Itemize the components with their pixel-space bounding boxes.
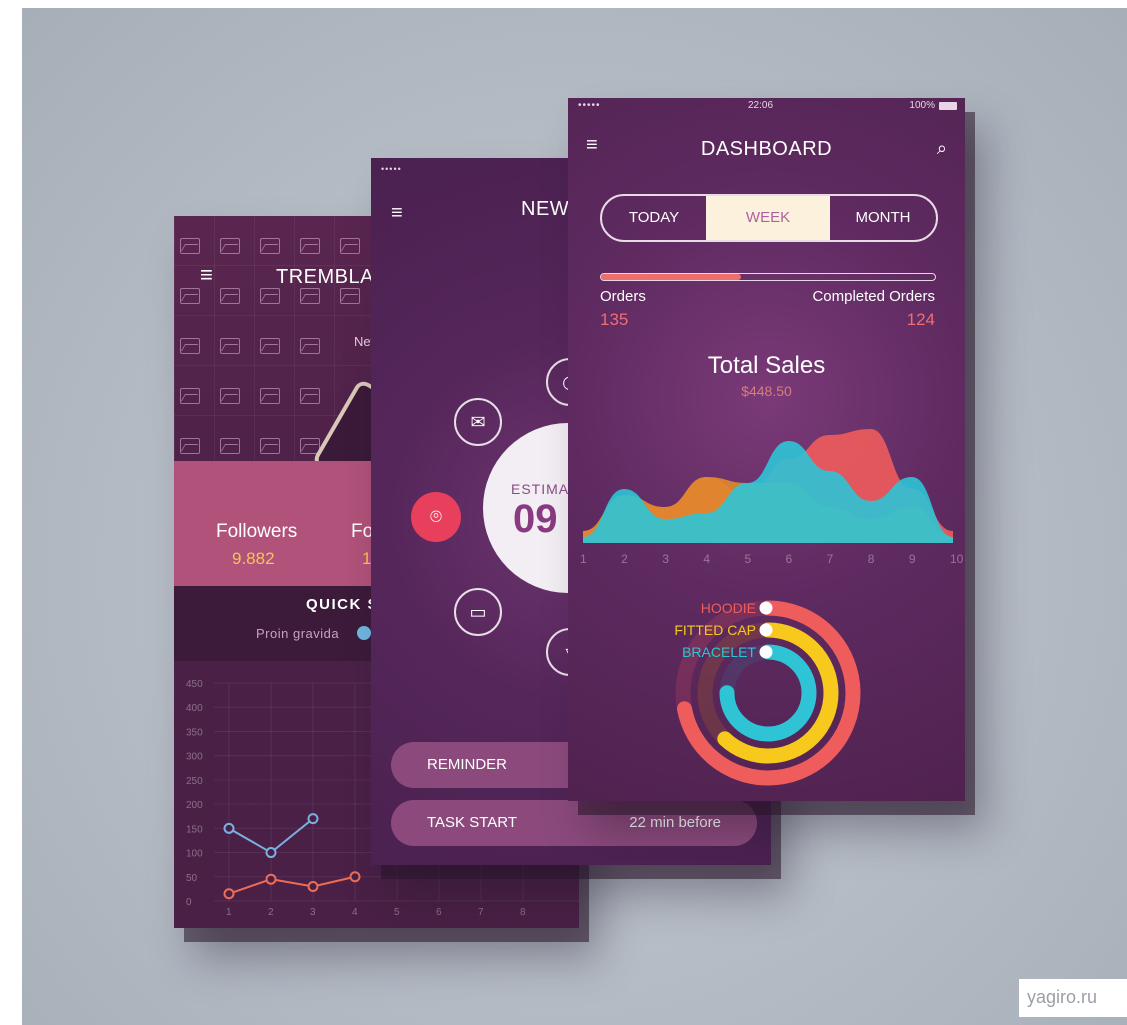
picture-icon	[260, 338, 280, 354]
followers-label: Followers	[216, 521, 298, 542]
x-tick-label: 3	[662, 552, 669, 566]
picture-icon	[340, 238, 360, 254]
x-tick-label: 7	[827, 552, 834, 566]
y-tick-label: 200	[186, 800, 203, 811]
data-point	[265, 847, 277, 859]
x-tick-label: 8	[520, 907, 526, 918]
picture-icon	[180, 338, 200, 354]
y-tick-label: 300	[186, 752, 203, 763]
picture-icon	[220, 388, 240, 404]
y-tick-label: 450	[186, 679, 203, 690]
page-title: TREMBLAY	[276, 266, 387, 288]
ring-label: FITTED CAP	[674, 622, 756, 638]
y-tick-label: 100	[186, 849, 203, 860]
x-tick-label: 1	[226, 907, 232, 918]
area-series	[583, 441, 953, 543]
ring-label: HOODIE	[701, 600, 756, 616]
mockup-stage: ≡ TREMBLAY New Y Followers 9.882 Fo 1 QU…	[22, 8, 1127, 1025]
reminder-label: REMINDER	[427, 756, 508, 773]
picture-icon	[180, 438, 200, 454]
x-tick-label: 2	[621, 552, 628, 566]
picture-icon	[260, 238, 280, 254]
data-point	[307, 813, 319, 825]
y-tick-label: 400	[186, 703, 203, 714]
legend-dot	[357, 626, 371, 640]
ring-knob	[759, 623, 773, 637]
y-tick-label: 150	[186, 824, 203, 835]
x-tick-label: 5	[744, 552, 751, 566]
picture-icon	[220, 338, 240, 354]
picture-icon	[300, 388, 320, 404]
x-tick-label: 6	[436, 907, 442, 918]
y-tick-label: 350	[186, 727, 203, 738]
series-line	[228, 875, 356, 895]
x-tick-label: 10	[950, 552, 964, 566]
watermark: yagiro.ru	[1019, 979, 1127, 1017]
x-tick-label: 2	[268, 907, 274, 918]
page-title: NEW	[521, 198, 570, 220]
legend-label: Proin gravida	[256, 626, 340, 641]
x-tick-label: 8	[868, 552, 875, 566]
x-tick-label: 4	[352, 907, 358, 918]
data-point	[349, 871, 361, 883]
picture-icon	[220, 238, 240, 254]
task-start-label: TASK START	[427, 814, 518, 831]
following-label: Fo	[351, 521, 374, 542]
data-point	[223, 888, 235, 900]
picture-icon	[260, 438, 280, 454]
data-point	[265, 873, 277, 885]
picture-icon	[220, 288, 240, 304]
followers-value: 9.882	[232, 549, 275, 568]
ring-label: BRACELET	[682, 644, 756, 660]
estimate-value: 09	[513, 497, 558, 541]
mail-icon[interactable]: ✉	[454, 398, 502, 446]
picture-icon	[300, 338, 320, 354]
menu-icon[interactable]: ≡	[200, 264, 213, 286]
picture-icon	[180, 388, 200, 404]
x-tick-label: 3	[310, 907, 316, 918]
data-point	[307, 880, 319, 892]
x-tick-label: 6	[786, 552, 793, 566]
x-tick-label: 9	[909, 552, 916, 566]
ring-knob	[759, 601, 773, 615]
y-tick-label: 50	[186, 873, 198, 884]
picture-icon	[220, 438, 240, 454]
dashboard-charts: 1 2 3 4 5 6 7 8 9 10 HOODIE FITTED CAP BRACELET	[580, 429, 964, 786]
watermark-text: yagiro.ru	[1027, 987, 1098, 1007]
x-tick-label: 4	[703, 552, 710, 566]
y-tick-label: 0	[186, 897, 192, 908]
picture-icon	[300, 288, 320, 304]
picture-icon	[180, 238, 200, 254]
menu-icon[interactable]: ≡	[391, 202, 403, 225]
x-tick-label: 7	[478, 907, 484, 918]
ring-knob	[759, 645, 773, 659]
quick-stats-title: QUICK S	[306, 596, 380, 613]
x-tick-label: 1	[580, 552, 587, 566]
task-start-row[interactable]: TASK START 22 min before	[391, 800, 757, 846]
estimate-label: ESTIMA	[511, 481, 570, 497]
task-start-time: 22 min before	[629, 814, 721, 831]
status-dots: •••••	[381, 164, 402, 174]
x-tick-label: 5	[394, 907, 400, 918]
y-tick-label: 250	[186, 776, 203, 787]
picture-icon	[340, 288, 360, 304]
picture-icon	[260, 388, 280, 404]
picture-icon	[300, 238, 320, 254]
chat-icon[interactable]: ▭	[454, 588, 502, 636]
dashboard-screen: ••••• 22:06 100% ≡ DASHBOARD ⌕ TODAY WEE…	[568, 98, 965, 801]
picture-icon	[180, 288, 200, 304]
data-point	[223, 822, 235, 834]
location-icon[interactable]: ⌾	[411, 492, 461, 542]
picture-icon	[260, 288, 280, 304]
